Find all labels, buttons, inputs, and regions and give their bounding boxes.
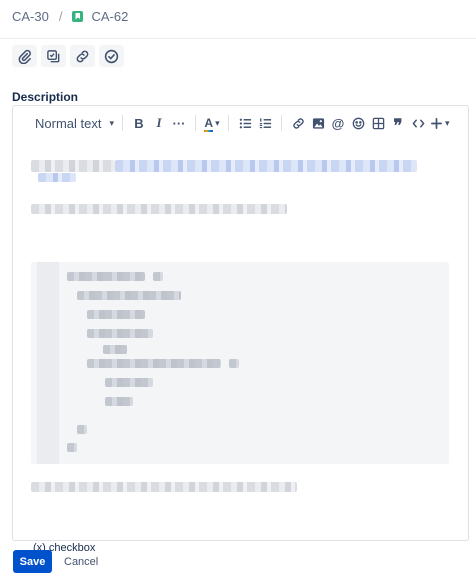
plus-icon (431, 117, 442, 129)
link-icon (292, 117, 304, 129)
code-icon (412, 119, 424, 127)
insert-link-button[interactable] (290, 112, 306, 134)
redacted-code (105, 378, 153, 387)
redacted-text (31, 482, 297, 492)
redacted-code (87, 329, 153, 338)
toolbar-divider (281, 115, 282, 131)
mention-button[interactable]: @ (330, 112, 346, 134)
text-color-letter: A (204, 116, 214, 130)
toolbar-divider (228, 115, 229, 131)
code-gutter (37, 262, 59, 464)
subtask-icon (47, 49, 60, 62)
check-circle-icon (104, 49, 119, 63)
italic-button[interactable]: I (151, 112, 167, 134)
emoji-button[interactable] (350, 112, 366, 134)
code-button[interactable] (410, 112, 426, 134)
description-label: Description (12, 90, 79, 104)
redacted-code (103, 345, 127, 354)
redacted-code (105, 272, 145, 281)
description-editor[interactable]: Normal text ▾ B I ··· A ▾ @ ❞ ▾ (x) chec… (12, 105, 469, 554)
numbered-list-icon (259, 117, 271, 128)
issue-actions (12, 45, 124, 67)
redacted-text (31, 204, 287, 214)
save-button[interactable]: Save (13, 550, 52, 573)
editor-toolbar: Normal text ▾ B I ··· A ▾ @ ❞ ▾ (13, 106, 468, 140)
redacted-text (31, 160, 115, 172)
quote-icon: ❞ (393, 116, 403, 135)
header-divider (0, 38, 476, 39)
cancel-button[interactable]: Cancel (58, 550, 104, 573)
text-style-dropdown[interactable]: Normal text ▾ (33, 112, 116, 135)
breadcrumb-separator: / (58, 8, 63, 24)
text-color-button[interactable]: A ▾ (204, 112, 220, 134)
breadcrumb: CA-30 / CA-62 (12, 8, 128, 24)
link-issue-button[interactable] (70, 45, 95, 67)
redacted-code (77, 291, 181, 300)
bullet-list-button[interactable] (237, 112, 253, 134)
redacted-code (67, 272, 107, 281)
editor-content[interactable]: (x) checkbox (13, 140, 468, 554)
redacted-code (87, 359, 221, 368)
paperclip-icon (18, 49, 31, 64)
bullet-list-icon (239, 118, 251, 128)
insert-more-button[interactable]: ▾ (430, 112, 450, 134)
code-block (31, 262, 449, 464)
attach-button[interactable] (12, 45, 37, 67)
image-icon (312, 117, 324, 129)
quote-button[interactable]: ❞ (390, 112, 406, 134)
link-icon (76, 50, 89, 62)
text-color-icon: A (204, 116, 214, 132)
chevron-down-icon: ▾ (109, 117, 114, 128)
redacted-code (105, 397, 133, 406)
numbered-list-button[interactable] (257, 112, 273, 134)
redacted-code (229, 359, 239, 368)
breadcrumb-parent-link[interactable]: CA-30 (12, 9, 49, 24)
story-icon (72, 10, 84, 22)
bold-button[interactable]: B (131, 112, 147, 134)
redacted-code (87, 310, 145, 319)
chevron-down-icon: ▾ (215, 117, 220, 128)
redacted-code (153, 272, 163, 281)
text-style-label: Normal text (35, 115, 102, 131)
redacted-link (38, 173, 76, 182)
toolbar-divider (195, 115, 196, 131)
insert-table-button[interactable] (370, 112, 386, 134)
chevron-down-icon: ▾ (445, 117, 450, 128)
breadcrumb-current-link[interactable]: CA-62 (91, 9, 128, 24)
child-issue-button[interactable] (41, 45, 66, 67)
status-button[interactable] (99, 45, 124, 67)
redacted-code (67, 443, 77, 452)
toolbar-divider (122, 115, 123, 131)
table-icon (372, 117, 384, 129)
at-sign-icon: @ (331, 115, 345, 131)
emoji-icon (352, 117, 364, 129)
redacted-code (77, 425, 87, 434)
insert-image-button[interactable] (310, 112, 326, 134)
redacted-link (115, 160, 417, 172)
more-formatting-button[interactable]: ··· (171, 112, 187, 134)
